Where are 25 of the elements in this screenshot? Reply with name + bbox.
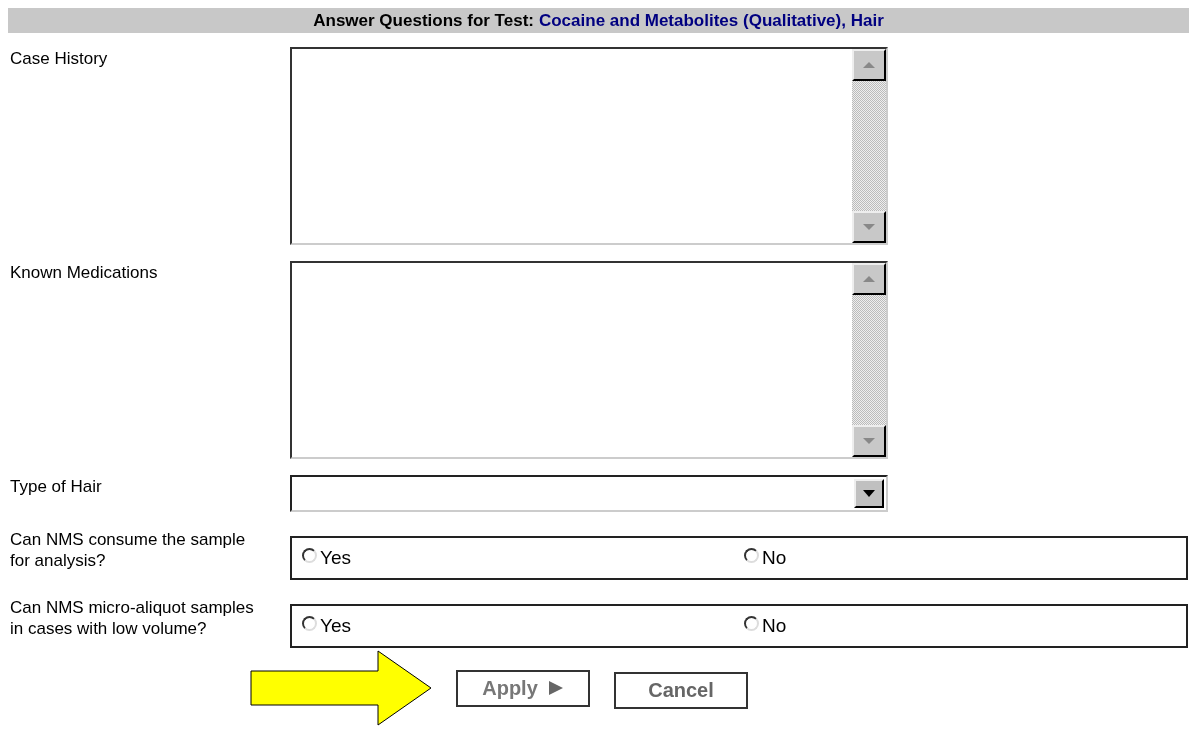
scroll-down-icon bbox=[863, 437, 875, 445]
question-label: Can NMS micro-aliquot samples in cases with low volume? bbox=[9, 597, 255, 640]
cancel-button[interactable]: Cancel bbox=[614, 671, 748, 709]
question-label: Type of Hair bbox=[9, 476, 103, 498]
scroll-up-icon bbox=[863, 275, 875, 283]
scroll-down-icon bbox=[863, 223, 875, 231]
scroll-up-icon bbox=[863, 61, 875, 69]
radio-button[interactable] bbox=[744, 547, 759, 563]
scrollbar[interactable] bbox=[852, 263, 886, 457]
radio-button[interactable] bbox=[302, 615, 317, 631]
header-label: Answer Questions for Test: bbox=[313, 10, 534, 31]
question-label: Known Medications bbox=[9, 262, 159, 284]
test-name: Cocaine and Metabolites (Qualitative), Hair bbox=[538, 10, 884, 31]
radio-button[interactable] bbox=[302, 547, 317, 563]
radio-button[interactable] bbox=[744, 615, 759, 631]
question-label: Case History bbox=[9, 48, 109, 70]
radio-option[interactable]: Yes bbox=[302, 547, 744, 569]
radio-option[interactable]: Yes bbox=[302, 615, 744, 637]
scrollbar[interactable] bbox=[852, 49, 886, 243]
play-icon bbox=[547, 680, 564, 696]
question-label: Can NMS consume the sample for analysis? bbox=[9, 529, 247, 572]
dropdown-field[interactable] bbox=[290, 475, 888, 512]
caret-icon bbox=[863, 490, 875, 497]
radio-option[interactable]: No bbox=[744, 547, 1186, 569]
radio-option[interactable]: No bbox=[744, 615, 1186, 637]
